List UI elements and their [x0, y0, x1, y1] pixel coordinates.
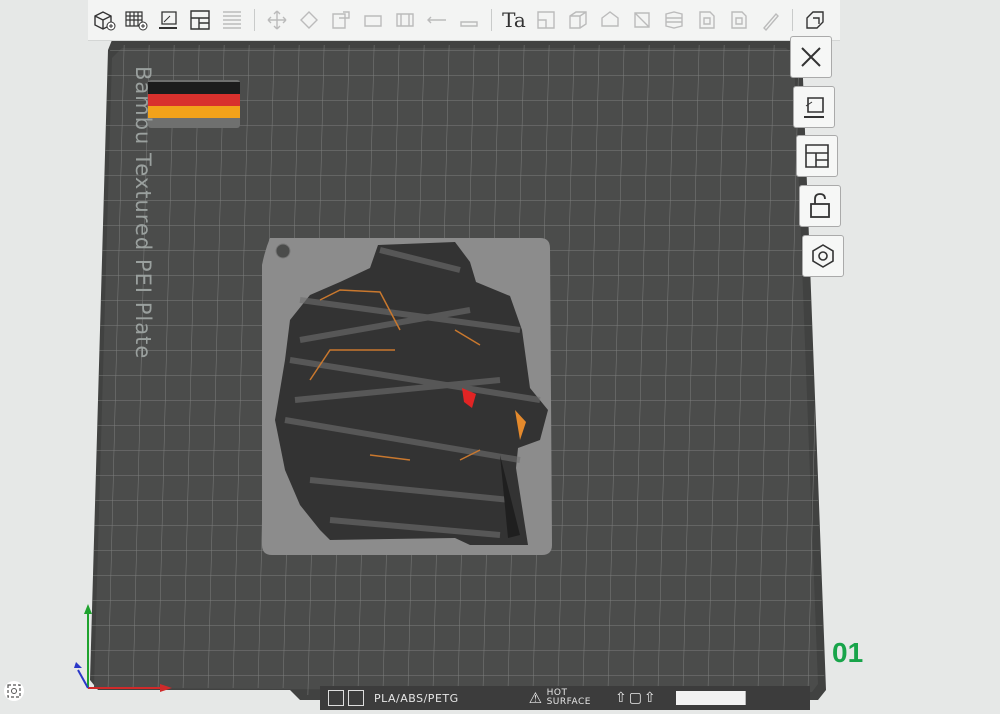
toolbar-divider [491, 9, 492, 31]
cut-icon[interactable] [359, 6, 387, 34]
paint-brush-icon[interactable] [756, 6, 784, 34]
filament-compat-label: PLA/ABS/PETG [374, 691, 459, 705]
plate-type-icon [348, 690, 364, 706]
text-icon[interactable]: Ta [500, 6, 528, 34]
toolbar-divider [254, 9, 255, 31]
arrange-icon[interactable] [186, 6, 214, 34]
move-icon[interactable] [263, 6, 291, 34]
close-icon[interactable] [790, 36, 832, 78]
support-paint-icon[interactable] [391, 6, 419, 34]
scale-icon[interactable] [327, 6, 355, 34]
reset-view-icon[interactable] [4, 681, 24, 701]
warning-icon: ⚠ [528, 689, 543, 707]
arrange-plate-icon[interactable] [796, 135, 838, 177]
assembly-icon[interactable] [564, 6, 592, 34]
warning-text-line2: SURFACE [546, 697, 591, 707]
plate-number: 01 [832, 637, 864, 668]
mesh-boolean-icon[interactable] [724, 6, 752, 34]
add-object-icon[interactable] [90, 6, 118, 34]
variable-layer-icon[interactable] [628, 6, 656, 34]
hot-surface-warning: ⚠ HOT SURFACE [528, 689, 591, 708]
plate-info-bar: PLA/ABS/PETG ⚠ HOT SURFACE ⇧▢⇧ [320, 686, 810, 710]
auto-orient-icon[interactable] [154, 6, 182, 34]
keychain-model[interactable] [262, 238, 552, 555]
seam-paint-icon[interactable] [423, 6, 451, 34]
top-toolbar: Ta [88, 0, 840, 41]
add-plate-icon[interactable] [122, 6, 150, 34]
lock-plate-icon[interactable] [799, 185, 841, 227]
plate-type-label: Bambu Textured PEI Plate [131, 66, 155, 360]
drop-icon[interactable] [692, 6, 720, 34]
plate-settings-icon[interactable] [802, 235, 844, 277]
color-paint-icon[interactable] [455, 6, 483, 34]
measure-icon[interactable] [532, 6, 560, 34]
split-icon[interactable] [218, 6, 246, 34]
toolbar-divider [792, 9, 793, 31]
plate-stripe [675, 691, 746, 705]
multi-object-icon[interactable] [660, 6, 688, 34]
layers-icon[interactable] [596, 6, 624, 34]
plate-grid-icon [328, 690, 344, 706]
rotate-icon[interactable] [295, 6, 323, 34]
settings-icon[interactable] [801, 6, 829, 34]
upload-icons: ⇧▢⇧ [614, 690, 658, 706]
flag-object[interactable] [148, 80, 240, 128]
auto-orient-plate-icon[interactable] [793, 86, 835, 128]
